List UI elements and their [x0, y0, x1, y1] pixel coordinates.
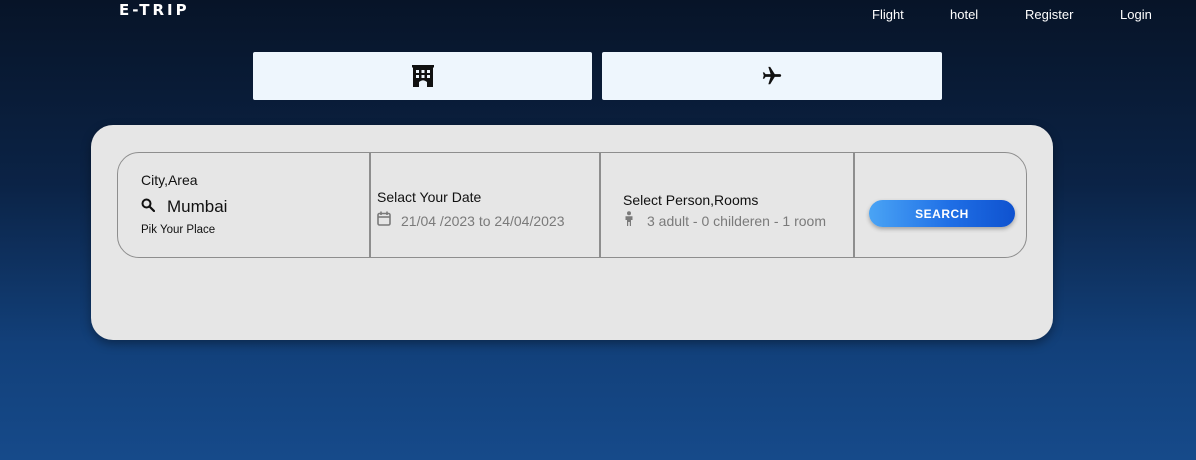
date-label: Selact Your Date — [377, 189, 482, 205]
person-icon — [623, 211, 647, 231]
tab-flight[interactable] — [602, 52, 942, 100]
location-row — [141, 197, 327, 217]
divider — [599, 153, 601, 257]
date-row[interactable]: 21/04 /2023 to 24/04/2023 — [377, 211, 564, 231]
calendar-icon — [377, 211, 401, 231]
nav-login[interactable]: Login — [1120, 7, 1152, 22]
location-label: City,Area — [141, 172, 198, 188]
nav-flight[interactable]: Flight — [872, 7, 904, 22]
divider — [853, 153, 855, 257]
hotel-icon — [411, 65, 435, 87]
nav-register[interactable]: Register — [1025, 7, 1073, 22]
location-input[interactable] — [167, 197, 327, 217]
search-button[interactable]: SEARCH — [869, 200, 1015, 227]
guests-value: 3 adult - 0 childeren - 1 room — [647, 213, 826, 229]
nav-hotel[interactable]: hotel — [950, 7, 978, 22]
airplane-icon — [759, 65, 785, 87]
search-icon — [141, 198, 167, 217]
hotel-search-card: City,Area Pik Your Place Selact Your Dat… — [91, 125, 1053, 340]
guests-label: Select Person,Rooms — [623, 192, 759, 208]
divider — [369, 153, 371, 257]
date-value: 21/04 /2023 to 24/04/2023 — [401, 213, 565, 229]
search-bar: City,Area Pik Your Place Selact Your Dat… — [117, 152, 1027, 258]
guests-row[interactable]: 3 adult - 0 childeren - 1 room — [623, 211, 826, 231]
tab-hotel[interactable] — [253, 52, 592, 100]
top-nav: Flight hotel Register Login — [0, 7, 1196, 23]
location-hint: Pik Your Place — [141, 224, 216, 236]
